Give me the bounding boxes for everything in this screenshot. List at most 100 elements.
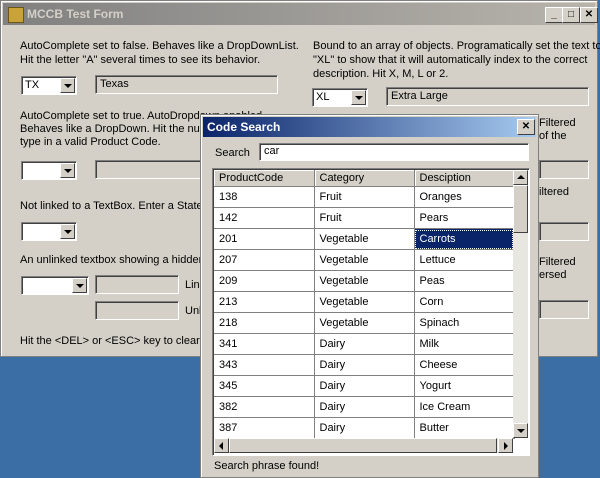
cell-description: Cheese	[414, 354, 515, 376]
table-row-selected[interactable]: 201 Vegetable Carrots	[214, 228, 515, 250]
table-row[interactable]: 138 Fruit Oranges	[214, 186, 515, 208]
dropdown-arrow-icon[interactable]	[60, 224, 75, 239]
right-fragment-c2: ersed	[539, 269, 567, 281]
right-desc-2: "XL" to show that it will automatically …	[313, 54, 588, 66]
dialog-close-button[interactable]: ✕	[517, 119, 535, 135]
cell-code: 345	[214, 375, 315, 397]
section4-desc: An unlinked textbox showing a hidden co	[20, 254, 220, 266]
hidden-column-combo[interactable]	[21, 276, 89, 295]
table-row[interactable]: 207 Vegetable Lettuce	[214, 249, 515, 271]
table-row[interactable]: 341 Dairy Milk	[214, 333, 515, 355]
dropdown-arrow-icon[interactable]	[351, 90, 366, 105]
cell-code: 382	[214, 396, 315, 418]
table-row[interactable]: 345 Dairy Yogurt	[214, 375, 515, 397]
minimize-button[interactable]: _	[545, 7, 563, 23]
cell-code: 201	[214, 228, 315, 250]
unlinked-textbox	[95, 301, 179, 320]
dropdown-arrow-icon[interactable]	[72, 278, 87, 293]
size-combo-value: XL	[316, 91, 330, 103]
scroll-up-icon[interactable]	[513, 170, 528, 185]
cell-description: Ice Cream	[414, 396, 515, 418]
status-text: Search phrase found!	[214, 460, 320, 472]
section2-desc-2: Behaves like a DropDown. Hit the number	[20, 123, 225, 135]
right-fragment-a1: Filtered	[539, 117, 576, 129]
horizontal-scrollbar[interactable]	[214, 438, 513, 453]
results-body: 138 Fruit Oranges 142 Fruit Pears 201 Vegetab…	[214, 186, 515, 439]
section2-desc-3: type in a valid Product Code.	[20, 136, 161, 148]
section1-desc-1: AutoComplete set to false. Behaves like …	[20, 40, 299, 52]
dialog-title: Code Search	[207, 120, 281, 134]
state-name-value: Texas	[100, 78, 129, 90]
cell-category: Dairy	[314, 354, 415, 376]
scroll-right-icon[interactable]	[498, 438, 513, 453]
dropdown-arrow-icon[interactable]	[60, 163, 75, 178]
cell-code: 341	[214, 333, 315, 355]
product-combo[interactable]	[21, 161, 77, 180]
vertical-scrollbar[interactable]	[513, 170, 528, 438]
scroll-down-icon[interactable]	[513, 423, 528, 438]
column-header-description[interactable]: Desciption	[414, 170, 515, 187]
maximize-button[interactable]: □	[562, 7, 580, 23]
cell-category: Fruit	[314, 186, 415, 208]
unlinked-state-combo[interactable]	[21, 222, 77, 241]
right-desc-1: Bound to an array of objects. Programati…	[313, 40, 600, 52]
scroll-left-icon[interactable]	[214, 438, 229, 453]
right-textbox-c	[539, 300, 589, 319]
search-input[interactable]: car	[259, 143, 529, 161]
right-textbox-b	[539, 222, 589, 241]
column-header-productcode[interactable]: ProductCode	[214, 170, 315, 187]
cell-description: Carrots	[414, 228, 515, 250]
cell-code: 207	[214, 249, 315, 271]
scroll-h-thumb[interactable]	[229, 438, 497, 453]
cell-code: 213	[214, 291, 315, 313]
table-row[interactable]: 218 Vegetable Spinach	[214, 312, 515, 334]
cell-category: Dairy	[314, 396, 415, 418]
right-textbox-a	[539, 160, 589, 179]
cell-category: Vegetable	[314, 249, 415, 271]
main-titlebar[interactable]: MCCB Test Form _ □ ✕	[3, 3, 598, 25]
search-label: Search	[215, 147, 250, 159]
results-grid: ProductCode Category Desciption 138 Fruit…	[212, 168, 530, 456]
product-textbox	[95, 160, 205, 179]
cell-category: Vegetable	[314, 291, 415, 313]
app-icon	[8, 7, 24, 23]
cell-description: Lettuce	[414, 249, 515, 271]
table-row[interactable]: 213 Vegetable Corn	[214, 291, 515, 313]
section1-desc-2: Hit the letter "A" several times to see …	[20, 54, 261, 66]
size-name-textbox: Extra Large	[386, 87, 589, 106]
table-row[interactable]: 343 Dairy Cheese	[214, 354, 515, 376]
header-row: ProductCode Category Desciption	[214, 170, 515, 187]
footer-note: Hit the <DEL> or <ESC> key to clear a C	[20, 335, 220, 347]
size-combo[interactable]: XL	[312, 88, 368, 107]
window-title: MCCB Test Form	[27, 7, 124, 21]
scroll-thumb[interactable]	[513, 185, 528, 233]
cell-description: Peas	[414, 270, 515, 292]
linked-textbox	[95, 275, 179, 294]
dialog-titlebar[interactable]: Code Search ✕	[203, 117, 536, 137]
column-header-category[interactable]: Category	[314, 170, 415, 187]
cell-category: Dairy	[314, 375, 415, 397]
size-name-value: Extra Large	[391, 90, 448, 102]
right-fragment-b1: iltered	[539, 186, 569, 198]
cell-code: 142	[214, 207, 315, 229]
close-button[interactable]: ✕	[580, 7, 598, 23]
cell-description: Butter	[414, 417, 515, 439]
table-row[interactable]: 387 Dairy Butter	[214, 417, 515, 439]
results-table: ProductCode Category Desciption 138 Fruit…	[214, 170, 515, 439]
cell-description: Oranges	[414, 186, 515, 208]
cell-description: Corn	[414, 291, 515, 313]
state-name-textbox: Texas	[95, 75, 278, 94]
cell-code: 387	[214, 417, 315, 439]
table-row[interactable]: 209 Vegetable Peas	[214, 270, 515, 292]
cell-description: Pears	[414, 207, 515, 229]
state-combo[interactable]: TX	[21, 76, 77, 95]
cell-category: Fruit	[314, 207, 415, 229]
right-desc-3: description. Hit X, M, L or 2.	[313, 68, 449, 80]
dropdown-arrow-icon[interactable]	[60, 78, 75, 93]
cell-category: Vegetable	[314, 312, 415, 334]
table-row[interactable]: 382 Dairy Ice Cream	[214, 396, 515, 418]
table-row[interactable]: 142 Fruit Pears	[214, 207, 515, 229]
cell-code: 209	[214, 270, 315, 292]
cell-code: 218	[214, 312, 315, 334]
cell-description: Yogurt	[414, 375, 515, 397]
